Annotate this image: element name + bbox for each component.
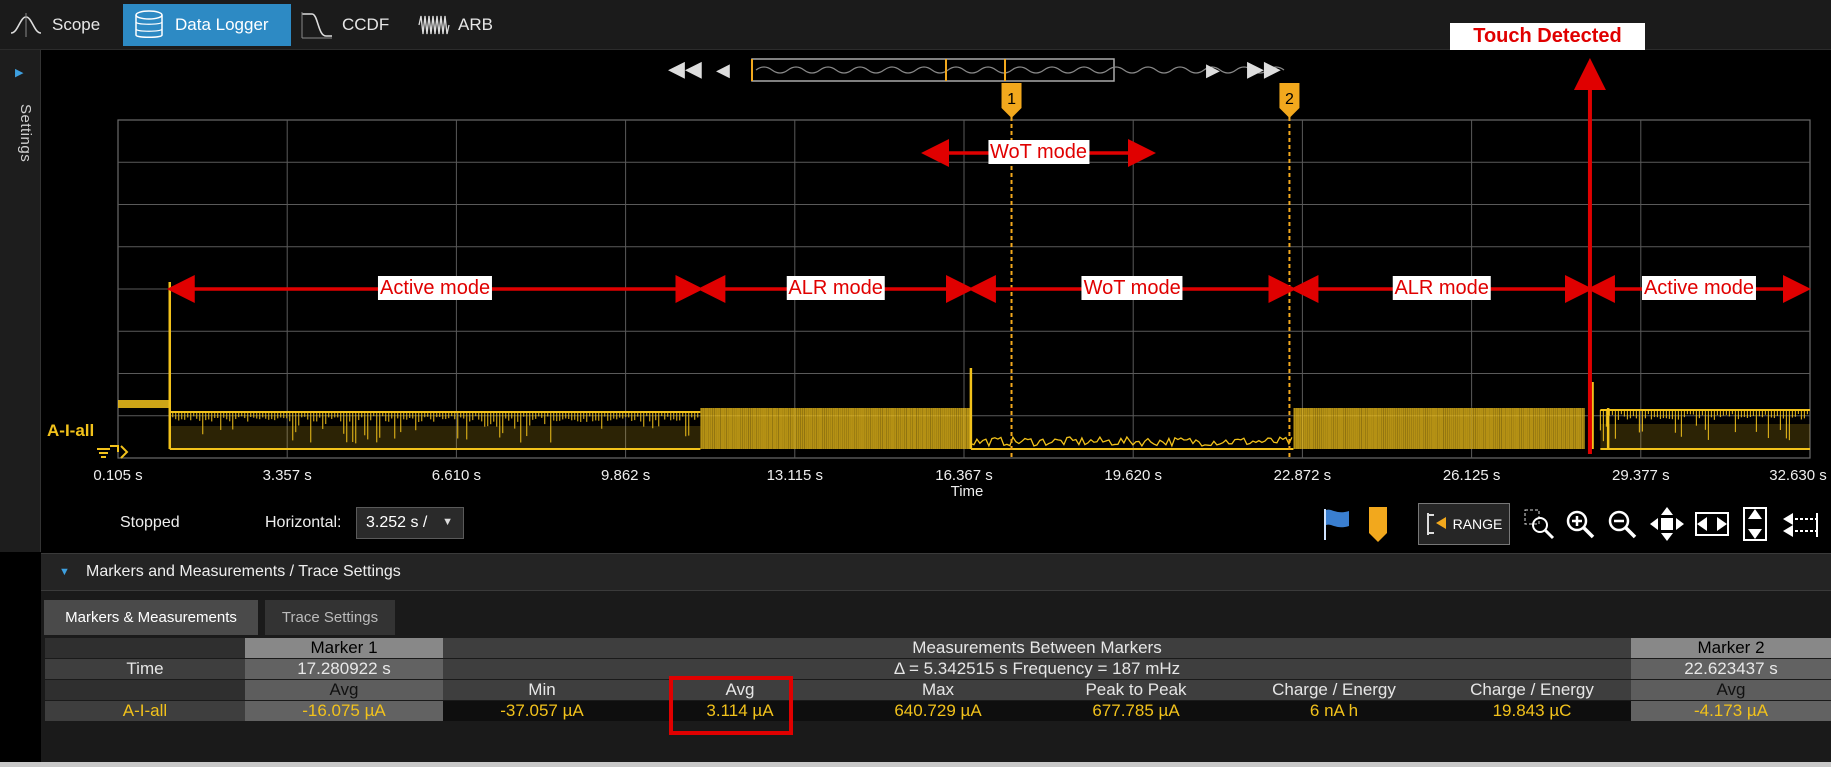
- chevron-down-icon: ▼: [442, 516, 453, 528]
- x-axis-label: Time: [950, 483, 984, 500]
- trace-segment-alr: [700, 405, 971, 449]
- fit-all-icon[interactable]: [1780, 504, 1820, 544]
- mode-label: ALR mode: [786, 276, 885, 300]
- col-marker1-avg: Avg: [245, 680, 443, 700]
- measurements-table: Marker 1 Measurements Between Markers Ma…: [45, 638, 1831, 724]
- table-corner: [45, 638, 245, 658]
- x-tick-label: 19.620 s: [1104, 467, 1162, 484]
- window-bottom-edge: [0, 762, 1831, 767]
- horizontal-scale-select[interactable]: 3.252 s / ▼: [356, 507, 464, 539]
- max-value: 640.729 µA: [839, 701, 1037, 721]
- marker2-time: 22.623437 s: [1631, 659, 1831, 679]
- range-label: RANGE: [1452, 516, 1503, 532]
- panel-header[interactable]: ▼ Markers and Measurements / Trace Setti…: [41, 553, 1831, 591]
- panel-title: Markers and Measurements / Trace Setting…: [86, 563, 401, 580]
- column-header-spacer: [45, 680, 245, 700]
- horizontal-fit-icon[interactable]: [1692, 504, 1732, 544]
- col-charge-energy-2: Charge / Energy: [1433, 680, 1631, 700]
- mode-label: Active mode: [1641, 276, 1756, 300]
- col-max: Max: [839, 680, 1037, 700]
- x-tick-label: 29.377 s: [1612, 467, 1670, 484]
- mode-label: ALR mode: [1392, 276, 1491, 300]
- marker-number: 1: [1007, 91, 1016, 108]
- col-peak-to-peak: Peak to Peak: [1037, 680, 1235, 700]
- x-tick-label: 3.357 s: [262, 467, 312, 484]
- col-min: Min: [443, 680, 641, 700]
- horizontal-scale-value: 3.252 s /: [366, 514, 428, 531]
- range-icon: [1426, 513, 1446, 535]
- energy-value: 19.843 µC: [1433, 701, 1631, 721]
- jump-start-icon[interactable]: ◀◀: [668, 56, 702, 81]
- x-tick-label: 22.872 s: [1273, 467, 1332, 484]
- peak-to-peak-value: 677.785 µA: [1037, 701, 1235, 721]
- x-tick-label: 32.630 s: [1769, 467, 1827, 484]
- min-value: -37.057 µA: [443, 701, 641, 721]
- between-summary: Δ = 5.342515 s Frequency = 187 mHz: [443, 659, 1631, 679]
- zoom-in-icon[interactable]: [1563, 504, 1597, 544]
- vertical-fit-icon[interactable]: [1737, 504, 1773, 544]
- jump-end-icon[interactable]: ▶▶: [1247, 56, 1281, 81]
- autoscale-icon[interactable]: [1647, 504, 1687, 544]
- collapse-arrow-icon[interactable]: ▼: [59, 566, 70, 578]
- tab-markers-measurements[interactable]: Markers & Measurements: [44, 600, 258, 635]
- touch-detected-label: Touch Detected: [1450, 23, 1645, 50]
- trace-label: A-I-all: [47, 421, 95, 440]
- mode-label: WoT mode: [987, 140, 1090, 164]
- x-tick-label: 6.610 s: [431, 467, 481, 484]
- marker2-header: Marker 2: [1631, 638, 1831, 658]
- step-forward-icon[interactable]: ▶: [1206, 60, 1220, 80]
- acquisition-status: Stopped: [120, 514, 180, 531]
- zoom-out-icon[interactable]: [1605, 504, 1639, 544]
- time-row-label: Time: [45, 659, 245, 679]
- horizontal-label: Horizontal:: [265, 514, 342, 531]
- between-header: Measurements Between Markers: [443, 638, 1631, 658]
- marker1-time: 17.280922 s: [245, 659, 443, 679]
- col-charge-energy-1: Charge / Energy: [1235, 680, 1433, 700]
- mode-label: WoT mode: [1081, 276, 1183, 300]
- data-logger-plot: ◀◀ ◀ ▶ ▶▶ 1 2 Touch Detected A-I-all 0.10…: [0, 0, 1831, 500]
- x-tick-label: 16.367 s: [935, 467, 993, 484]
- x-tick-label: 0.105 s: [93, 467, 143, 484]
- mode-label: Active mode: [378, 276, 493, 300]
- marker1-header: Marker 1: [245, 638, 443, 658]
- x-tick-label: 9.862 s: [600, 467, 651, 484]
- marker2-avg-value: -4.173 µA: [1631, 701, 1831, 721]
- plot-canvas[interactable]: ◀◀ ◀ ▶ ▶▶ 1 2: [0, 0, 1831, 500]
- marker-add-icon[interactable]: [1363, 504, 1393, 544]
- trace-row-label: A-I-all: [45, 701, 245, 721]
- zoom-box-icon[interactable]: [1522, 504, 1556, 544]
- trace-segment-alr: [1293, 405, 1585, 449]
- marker1-avg-value: -16.075 µA: [245, 701, 443, 721]
- marker-number: 2: [1285, 91, 1294, 108]
- col-marker2-avg: Avg: [1631, 680, 1831, 700]
- range-button[interactable]: RANGE: [1418, 503, 1510, 545]
- trace-segment-pre: [118, 400, 170, 408]
- x-tick-label: 26.125 s: [1442, 467, 1501, 484]
- x-tick-label: 13.115 s: [766, 467, 824, 484]
- charge-value: 6 nA h: [1235, 701, 1433, 721]
- timeline-navigator[interactable]: ◀◀ ◀ ▶ ▶▶: [668, 56, 1285, 82]
- step-back-icon[interactable]: ◀: [716, 60, 730, 80]
- flag-icon[interactable]: [1318, 504, 1354, 544]
- tab-trace-settings[interactable]: Trace Settings: [265, 600, 395, 635]
- avg-highlight-box: [669, 676, 793, 735]
